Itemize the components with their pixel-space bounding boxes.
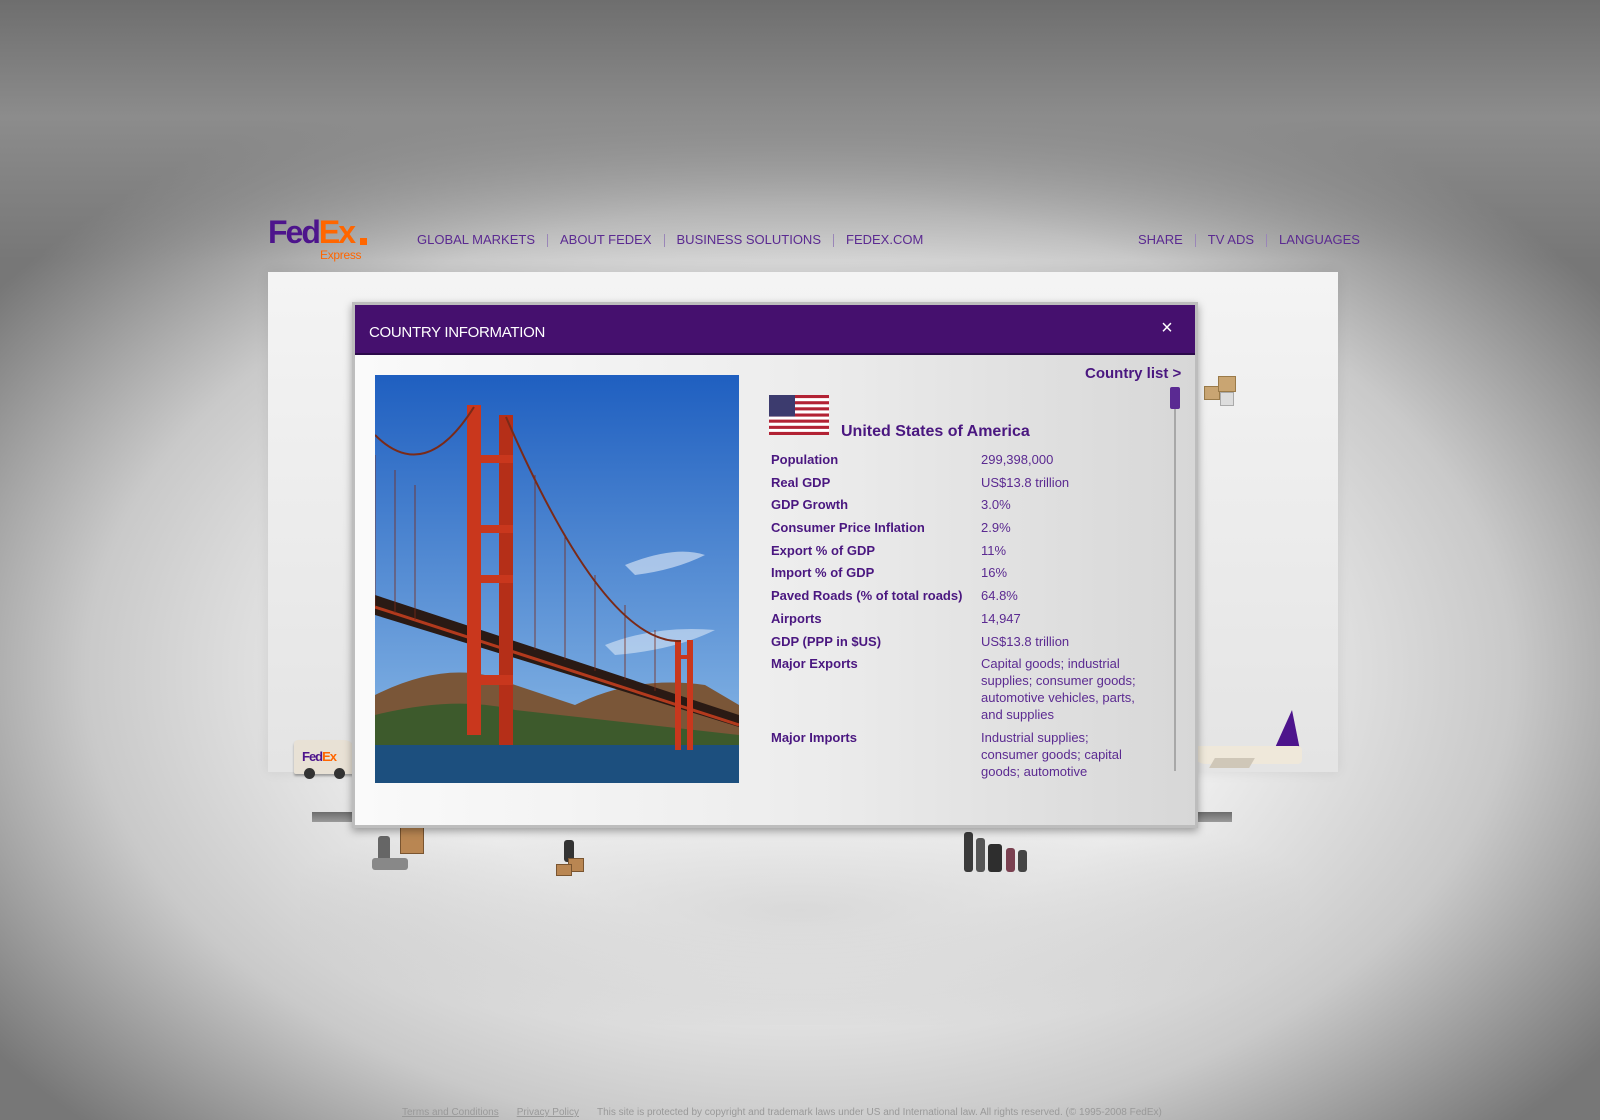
stat-label: GDP Growth <box>771 497 849 513</box>
background-top-shade <box>0 0 1600 260</box>
footer: Terms and Conditions Privacy Policy This… <box>402 1107 1162 1118</box>
country-stats-table: Population 299,398,000 Real GDP US$13.8 tr… <box>771 451 1151 786</box>
stat-row: Major Exports Capital goods; industrial s… <box>771 655 1151 723</box>
logo-dot <box>360 238 367 245</box>
stat-label: Airports <box>771 610 822 626</box>
bridge-illustration <box>375 375 739 783</box>
truck-wheel <box>304 768 315 779</box>
truck-logo: FedEx <box>302 749 337 764</box>
stacked-boxes-icon <box>1200 372 1240 408</box>
stat-row: Import % of GDP 16% <box>771 564 1151 581</box>
plane-wing <box>1209 758 1255 768</box>
logo-ex-text: Ex <box>318 214 356 250</box>
truck-logo-fed: Fed <box>302 749 323 764</box>
stat-value: 16% <box>981 565 1008 581</box>
stat-row: Paved Roads (% of total roads) 64.8% <box>771 587 1151 604</box>
stat-value: 14,947 <box>981 610 1021 626</box>
main-nav: GLOBAL MARKETS ABOUT FEDEX BUSINESS SOLU… <box>417 232 935 248</box>
truck-wheel <box>334 768 345 779</box>
stat-label: GDP (PPP in $US) <box>771 633 882 649</box>
stat-value: 2.9% <box>981 520 1011 536</box>
stat-row: Population 299,398,000 <box>771 451 1151 468</box>
business-meeting-icon <box>962 830 1032 876</box>
cargo-plane-icon <box>1192 710 1312 790</box>
stat-value: Industrial supplies; consumer goods; cap… <box>981 729 1122 779</box>
logo-wordmark: FedEx <box>268 214 356 250</box>
person-figure <box>988 844 1002 872</box>
crate <box>556 864 572 876</box>
golden-gate-bridge-photo <box>375 375 739 783</box>
forklift-icon <box>370 824 430 884</box>
stat-row: Airports 14,947 <box>771 610 1151 627</box>
nav-fedex-com[interactable]: FEDEX.COM <box>834 232 935 248</box>
box <box>1218 376 1236 392</box>
nav-share[interactable]: SHARE <box>1138 232 1195 248</box>
box <box>1220 392 1234 406</box>
nav-languages[interactable]: LANGUAGES <box>1267 232 1372 248</box>
stat-row: Real GDP US$13.8 trillion <box>771 474 1151 491</box>
stat-value: 3.0% <box>981 497 1011 513</box>
person-figure <box>964 832 973 872</box>
copyright-notice: This site is protected by copyright and … <box>596 1107 1162 1118</box>
stat-row: GDP (PPP in $US) US$13.8 trillion <box>771 633 1151 650</box>
delivery-truck-icon: FedEx <box>294 740 354 779</box>
stat-row: Consumer Price Inflation 2.9% <box>771 519 1151 536</box>
nav-about-fedex[interactable]: ABOUT FEDEX <box>548 232 664 248</box>
stat-row: Major Imports Industrial supplies; consum… <box>771 729 1151 780</box>
person-figure <box>1006 848 1015 872</box>
nav-business-solutions[interactable]: BUSINESS SOLUTIONS <box>665 232 833 248</box>
privacy-link[interactable]: Privacy Policy <box>517 1107 579 1118</box>
utility-nav: SHARE TV ADS LANGUAGES <box>1138 232 1372 248</box>
us-flag-graphic <box>769 395 829 435</box>
stat-label: Real GDP <box>771 474 831 490</box>
logo-subtitle: Express <box>320 248 362 262</box>
truck-logo-ex: Ex <box>322 749 337 764</box>
nav-global-markets[interactable]: GLOBAL MARKETS <box>417 232 547 248</box>
stat-label: Paved Roads (% of total roads) <box>771 588 963 604</box>
terms-link[interactable]: Terms and Conditions <box>402 1107 499 1118</box>
modal-titlebar: COUNTRY INFORMATION × <box>355 305 1195 355</box>
stat-value: Capital goods; industrial supplies; cons… <box>981 656 1136 723</box>
crate <box>400 826 424 854</box>
country-list-link[interactable]: Country list > <box>1085 365 1181 382</box>
fedex-express-logo[interactable]: FedEx Express <box>268 216 378 266</box>
stat-label: Consumer Price Inflation <box>771 520 925 536</box>
stat-label: Import % of GDP <box>771 565 875 581</box>
stat-label: Population <box>771 452 839 467</box>
stat-value: 64.8% <box>981 588 1018 604</box>
stat-label: Export % of GDP <box>771 542 876 558</box>
stat-value: US$13.8 trillion <box>981 633 1070 649</box>
country-name: United States of America <box>841 423 1030 440</box>
stat-label: Major Exports <box>771 656 858 672</box>
world-map-shadow <box>300 795 1300 1025</box>
nav-tv-ads[interactable]: TV ADS <box>1196 232 1266 248</box>
stat-value: 11% <box>981 542 1007 558</box>
scrollbar-thumb[interactable] <box>1170 387 1180 409</box>
stat-label: Major Imports <box>771 729 857 745</box>
country-information-modal: COUNTRY INFORMATION × Country list > Uni… <box>352 302 1198 828</box>
modal-title: COUNTRY INFORMATION <box>369 324 545 341</box>
stat-value: 299,398,000 <box>981 452 1054 467</box>
plane-tail <box>1274 710 1300 750</box>
us-flag-icon <box>769 395 829 435</box>
stat-row: Export % of GDP 11% <box>771 542 1151 559</box>
scrollbar-track[interactable] <box>1174 391 1176 771</box>
stat-value: US$13.8 trillion <box>981 474 1070 490</box>
close-icon[interactable]: × <box>1155 316 1179 340</box>
forklift-base <box>372 858 408 870</box>
logo-fed-text: Fed <box>268 214 321 250</box>
warehouse-worker-icon <box>546 840 596 880</box>
person-figure <box>1018 850 1027 872</box>
person-figure <box>976 838 985 872</box>
stat-row: GDP Growth 3.0% <box>771 496 1151 513</box>
